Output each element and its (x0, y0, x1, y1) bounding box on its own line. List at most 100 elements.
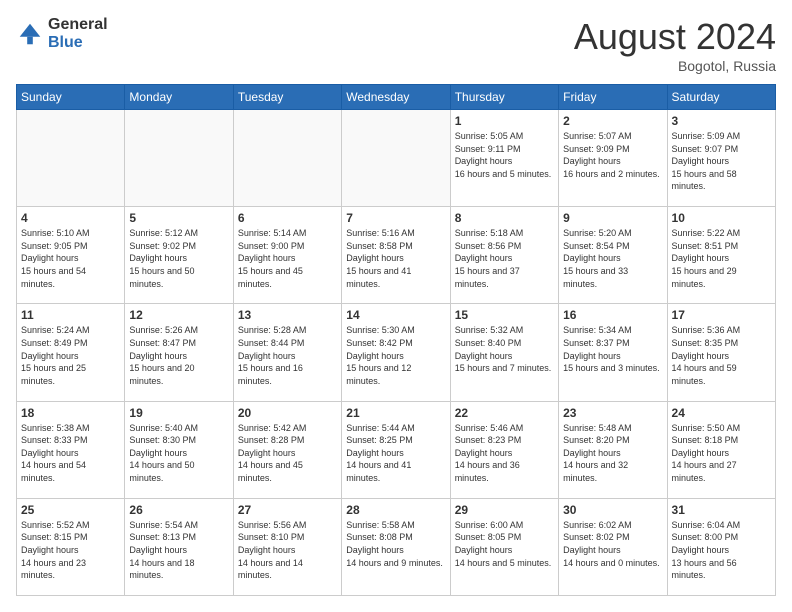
day-cell: 18 Sunrise: 5:38 AMSunset: 8:33 PMDayligh… (17, 401, 125, 498)
day-info: Sunrise: 5:36 AMSunset: 8:35 PMDaylight … (672, 324, 771, 387)
day-number: 13 (238, 308, 337, 322)
day-number: 12 (129, 308, 228, 322)
logo-icon (16, 20, 44, 48)
day-info: Sunrise: 5:22 AMSunset: 8:51 PMDaylight … (672, 227, 771, 290)
day-number: 15 (455, 308, 554, 322)
day-cell: 1 Sunrise: 5:05 AMSunset: 9:11 PMDaylight… (450, 110, 558, 207)
day-info: Sunrise: 5:38 AMSunset: 8:33 PMDaylight … (21, 422, 120, 485)
day-info: Sunrise: 5:54 AMSunset: 8:13 PMDaylight … (129, 519, 228, 582)
day-info: Sunrise: 5:46 AMSunset: 8:23 PMDaylight … (455, 422, 554, 485)
day-number: 9 (563, 211, 662, 225)
day-info: Sunrise: 5:58 AMSunset: 8:08 PMDaylight … (346, 519, 445, 569)
day-number: 11 (21, 308, 120, 322)
day-cell: 29 Sunrise: 6:00 AMSunset: 8:05 PMDayligh… (450, 498, 558, 595)
day-number: 22 (455, 406, 554, 420)
day-cell: 9 Sunrise: 5:20 AMSunset: 8:54 PMDaylight… (559, 207, 667, 304)
week-row-3: 11 Sunrise: 5:24 AMSunset: 8:49 PMDayligh… (17, 304, 776, 401)
day-cell: 14 Sunrise: 5:30 AMSunset: 8:42 PMDayligh… (342, 304, 450, 401)
logo-blue: Blue (48, 34, 108, 52)
day-number: 31 (672, 503, 771, 517)
day-info: Sunrise: 5:44 AMSunset: 8:25 PMDaylight … (346, 422, 445, 485)
day-info: Sunrise: 5:16 AMSunset: 8:58 PMDaylight … (346, 227, 445, 290)
day-cell: 12 Sunrise: 5:26 AMSunset: 8:47 PMDayligh… (125, 304, 233, 401)
day-number: 25 (21, 503, 120, 517)
col-header-sunday: Sunday (17, 85, 125, 110)
day-cell: 31 Sunrise: 6:04 AMSunset: 8:00 PMDayligh… (667, 498, 775, 595)
day-number: 28 (346, 503, 445, 517)
page: General Blue August 2024 Bogotol, Russia… (0, 0, 792, 612)
day-info: Sunrise: 5:05 AMSunset: 9:11 PMDaylight … (455, 130, 554, 180)
day-info: Sunrise: 6:00 AMSunset: 8:05 PMDaylight … (455, 519, 554, 569)
day-number: 10 (672, 211, 771, 225)
col-header-thursday: Thursday (450, 85, 558, 110)
day-info: Sunrise: 5:30 AMSunset: 8:42 PMDaylight … (346, 324, 445, 387)
day-number: 19 (129, 406, 228, 420)
day-info: Sunrise: 6:02 AMSunset: 8:02 PMDaylight … (563, 519, 662, 569)
day-info: Sunrise: 5:40 AMSunset: 8:30 PMDaylight … (129, 422, 228, 485)
header-row: SundayMondayTuesdayWednesdayThursdayFrid… (17, 85, 776, 110)
month-year: August 2024 (574, 16, 776, 58)
day-info: Sunrise: 5:14 AMSunset: 9:00 PMDaylight … (238, 227, 337, 290)
day-info: Sunrise: 5:50 AMSunset: 8:18 PMDaylight … (672, 422, 771, 485)
day-info: Sunrise: 5:42 AMSunset: 8:28 PMDaylight … (238, 422, 337, 485)
day-number: 14 (346, 308, 445, 322)
day-number: 17 (672, 308, 771, 322)
day-cell: 16 Sunrise: 5:34 AMSunset: 8:37 PMDayligh… (559, 304, 667, 401)
day-number: 24 (672, 406, 771, 420)
day-number: 1 (455, 114, 554, 128)
day-number: 26 (129, 503, 228, 517)
day-cell: 17 Sunrise: 5:36 AMSunset: 8:35 PMDayligh… (667, 304, 775, 401)
day-cell: 25 Sunrise: 5:52 AMSunset: 8:15 PMDayligh… (17, 498, 125, 595)
day-cell: 2Sunrise: 5:07 AMSunset: 9:09 PMDaylight… (559, 110, 667, 207)
day-cell: 7 Sunrise: 5:16 AMSunset: 8:58 PMDaylight… (342, 207, 450, 304)
day-info: Sunrise: 5:10 AMSunset: 9:05 PMDaylight … (21, 227, 120, 290)
day-cell: 21 Sunrise: 5:44 AMSunset: 8:25 PMDayligh… (342, 401, 450, 498)
day-number: 7 (346, 211, 445, 225)
day-cell: 13 Sunrise: 5:28 AMSunset: 8:44 PMDayligh… (233, 304, 341, 401)
logo: General Blue (16, 16, 108, 51)
day-cell: 3Sunrise: 5:09 AMSunset: 9:07 PMDaylight… (667, 110, 775, 207)
day-cell: 11 Sunrise: 5:24 AMSunset: 8:49 PMDayligh… (17, 304, 125, 401)
week-row-2: 4Sunrise: 5:10 AMSunset: 9:05 PMDaylight… (17, 207, 776, 304)
calendar: SundayMondayTuesdayWednesdayThursdayFrid… (16, 84, 776, 596)
day-number: 29 (455, 503, 554, 517)
day-number: 20 (238, 406, 337, 420)
day-cell (342, 110, 450, 207)
week-row-4: 18 Sunrise: 5:38 AMSunset: 8:33 PMDayligh… (17, 401, 776, 498)
day-number: 5 (129, 211, 228, 225)
day-number: 2 (563, 114, 662, 128)
day-number: 6 (238, 211, 337, 225)
day-info: Sunrise: 5:48 AMSunset: 8:20 PMDaylight … (563, 422, 662, 485)
day-cell: 23Sunrise: 5:48 AMSunset: 8:20 PMDayligh… (559, 401, 667, 498)
day-number: 18 (21, 406, 120, 420)
day-info: Sunrise: 5:32 AMSunset: 8:40 PMDaylight … (455, 324, 554, 374)
day-cell: 20 Sunrise: 5:42 AMSunset: 8:28 PMDayligh… (233, 401, 341, 498)
col-header-saturday: Saturday (667, 85, 775, 110)
day-number: 16 (563, 308, 662, 322)
day-cell: 15 Sunrise: 5:32 AMSunset: 8:40 PMDayligh… (450, 304, 558, 401)
day-info: Sunrise: 5:26 AMSunset: 8:47 PMDaylight … (129, 324, 228, 387)
day-info: Sunrise: 5:12 AMSunset: 9:02 PMDaylight … (129, 227, 228, 290)
day-cell: 5 Sunrise: 5:12 AMSunset: 9:02 PMDaylight… (125, 207, 233, 304)
day-info: Sunrise: 5:24 AMSunset: 8:49 PMDaylight … (21, 324, 120, 387)
day-cell: 22 Sunrise: 5:46 AMSunset: 8:23 PMDayligh… (450, 401, 558, 498)
col-header-monday: Monday (125, 85, 233, 110)
day-cell: 6 Sunrise: 5:14 AMSunset: 9:00 PMDaylight… (233, 207, 341, 304)
day-info: Sunrise: 5:28 AMSunset: 8:44 PMDaylight … (238, 324, 337, 387)
week-row-5: 25 Sunrise: 5:52 AMSunset: 8:15 PMDayligh… (17, 498, 776, 595)
day-info: Sunrise: 5:20 AMSunset: 8:54 PMDaylight … (563, 227, 662, 290)
day-cell (233, 110, 341, 207)
day-info: Sunrise: 5:52 AMSunset: 8:15 PMDaylight … (21, 519, 120, 582)
col-header-wednesday: Wednesday (342, 85, 450, 110)
header: General Blue August 2024 Bogotol, Russia (16, 16, 776, 74)
day-info: Sunrise: 5:09 AMSunset: 9:07 PMDaylight … (672, 130, 771, 193)
day-cell (125, 110, 233, 207)
logo-general: General (48, 16, 108, 34)
day-cell: 27Sunrise: 5:56 AMSunset: 8:10 PMDayligh… (233, 498, 341, 595)
day-cell: 24 Sunrise: 5:50 AMSunset: 8:18 PMDayligh… (667, 401, 775, 498)
day-info: Sunrise: 6:04 AMSunset: 8:00 PMDaylight … (672, 519, 771, 582)
title-block: August 2024 Bogotol, Russia (574, 16, 776, 74)
day-number: 21 (346, 406, 445, 420)
day-info: Sunrise: 5:34 AMSunset: 8:37 PMDaylight … (563, 324, 662, 374)
day-number: 27 (238, 503, 337, 517)
